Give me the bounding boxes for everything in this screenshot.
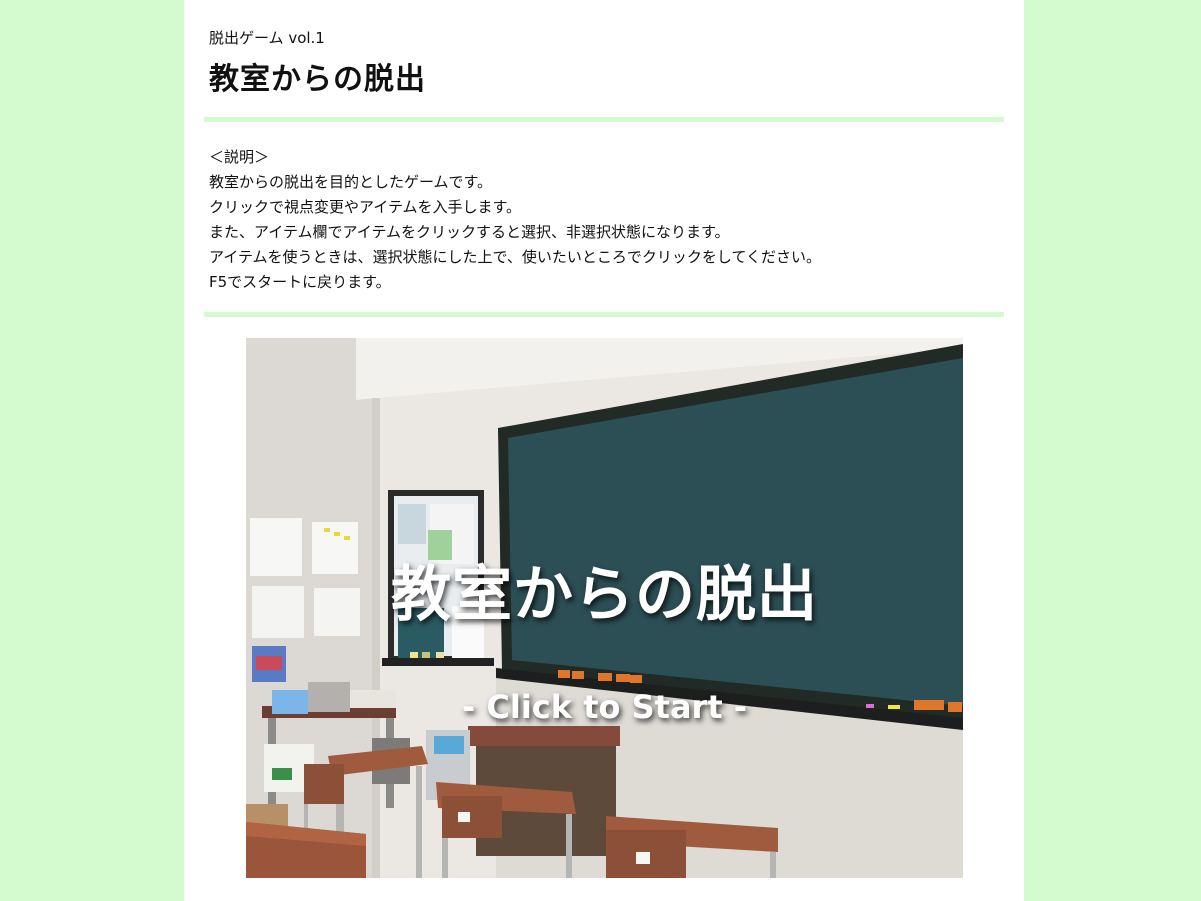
instructions-line: 教室からの脱出を目的としたゲームです。 <box>209 173 493 191</box>
instructions-heading: ＜説明＞ <box>209 148 270 166</box>
game-series-label: 脱出ゲーム vol.1 <box>209 29 325 47</box>
divider-top <box>204 117 1004 122</box>
game-title: 教室からの脱出 <box>391 560 818 630</box>
instructions-line: クリックで視点変更やアイテムを入手します。 <box>209 198 522 216</box>
divider-bottom <box>204 312 1004 317</box>
game-start-screen[interactable]: 教室からの脱出 - Click to Start - <box>246 338 963 878</box>
click-to-start-button[interactable]: - Click to Start - <box>246 688 963 726</box>
page-title: 教室からの脱出 <box>209 62 426 97</box>
content-panel: 脱出ゲーム vol.1 教室からの脱出 ＜説明＞ 教室からの脱出を目的としたゲー… <box>184 0 1024 901</box>
instructions-line: F5でスタートに戻ります。 <box>209 273 391 291</box>
instructions-line: アイテムを使うときは、選択状態にした上で、使いたいところでクリックをしてください… <box>209 248 822 266</box>
instructions-line: また、アイテム欄でアイテムをクリックすると選択、非選択状態になります。 <box>209 223 730 241</box>
instructions: ＜説明＞ 教室からの脱出を目的としたゲームです。 クリックで視点変更やアイテムを… <box>209 145 821 295</box>
